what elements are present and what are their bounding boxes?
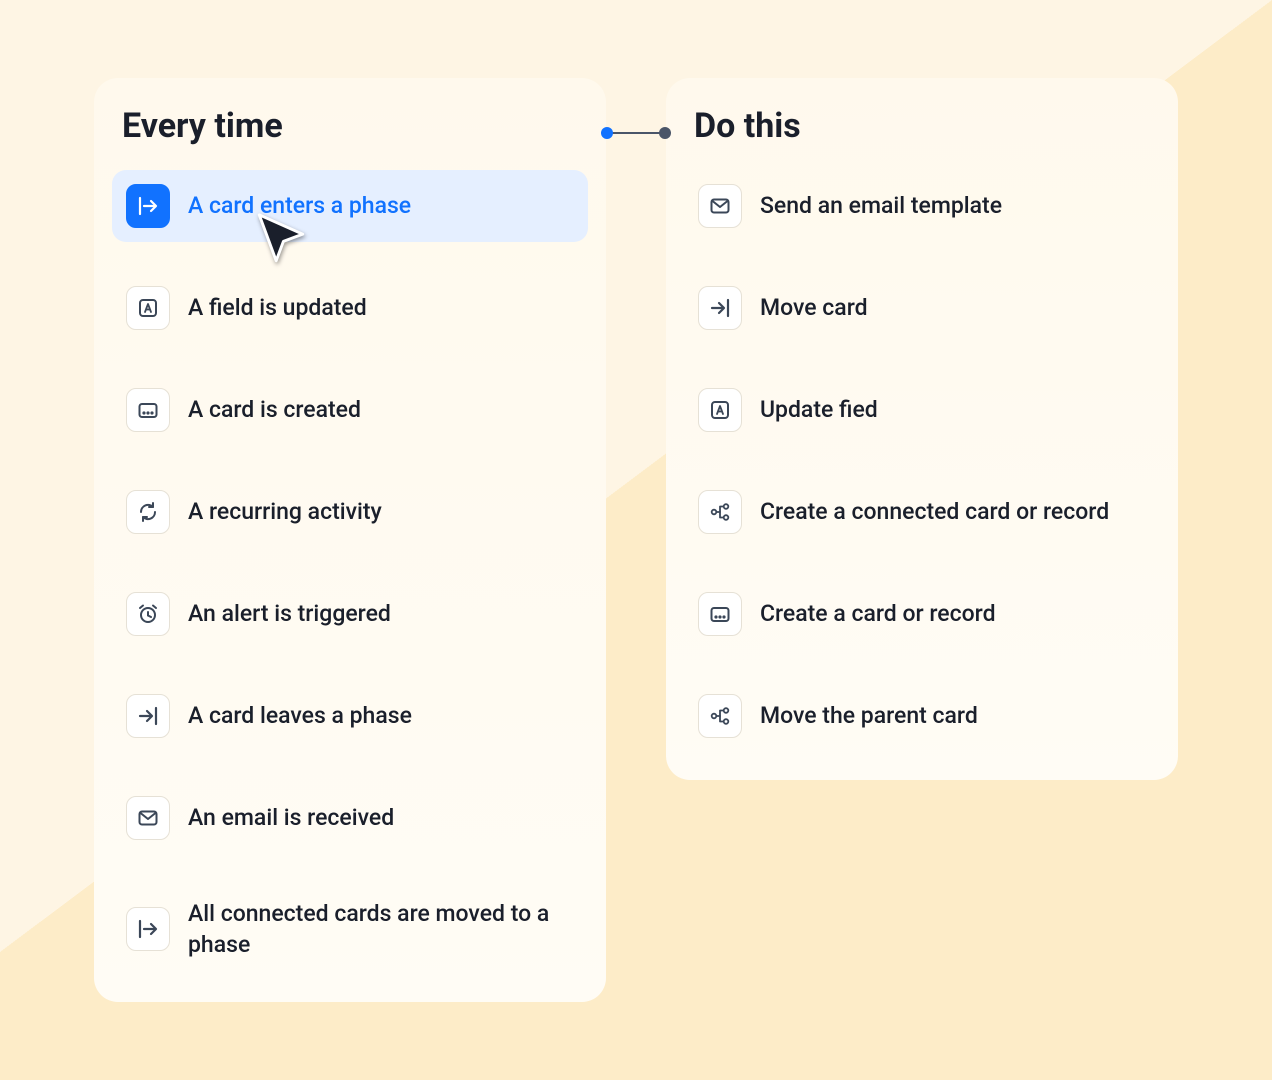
actions-panel: Do this Send an email template Move card U… [666, 78, 1178, 780]
trigger-item-label: A card is created [188, 394, 361, 425]
trigger-item-label: A recurring activity [188, 496, 382, 527]
leave-phase-icon [698, 286, 742, 330]
action-item[interactable]: Move the parent card [684, 680, 1160, 752]
trigger-item-label: An alert is triggered [188, 598, 391, 629]
triggers-title: Every time [122, 106, 588, 146]
field-a-icon [698, 388, 742, 432]
action-item-label: Move card [760, 292, 868, 323]
action-item-label: Create a card or record [760, 598, 996, 629]
action-item[interactable]: Create a connected card or record [684, 476, 1160, 548]
action-item[interactable]: Move card [684, 272, 1160, 344]
action-item-label: Update fied [760, 394, 878, 425]
card-created-icon [698, 592, 742, 636]
trigger-item-label: A card enters a phase [188, 190, 411, 221]
action-item[interactable]: Create a card or record [684, 578, 1160, 650]
action-item-label: Move the parent card [760, 700, 978, 731]
connected-icon [698, 694, 742, 738]
email-icon [126, 796, 170, 840]
action-item-label: Send an email template [760, 190, 1002, 221]
trigger-item[interactable]: An email is received [112, 782, 588, 854]
trigger-item-label: An email is received [188, 802, 394, 833]
action-item[interactable]: Send an email template [684, 170, 1160, 242]
connected-icon [698, 490, 742, 534]
enter-phase-icon [126, 184, 170, 228]
email-icon [698, 184, 742, 228]
trigger-item[interactable]: A card is created [112, 374, 588, 446]
trigger-item-label: All connected cards are moved to a phase [188, 898, 574, 960]
actions-list: Send an email template Move card Update fi… [684, 170, 1160, 752]
leave-phase-icon [126, 694, 170, 738]
trigger-item[interactable]: A card leaves a phase [112, 680, 588, 752]
card-created-icon [126, 388, 170, 432]
trigger-item-label: A field is updated [188, 292, 367, 323]
alert-clock-icon [126, 592, 170, 636]
trigger-item[interactable]: A field is updated [112, 272, 588, 344]
enter-phase-icon [126, 907, 170, 951]
triggers-list: A card enters a phase A field is updated A… [112, 170, 588, 974]
actions-title: Do this [694, 106, 1160, 146]
action-item[interactable]: Update fied [684, 374, 1160, 446]
trigger-item[interactable]: All connected cards are moved to a phase [112, 884, 588, 974]
trigger-item-label: A card leaves a phase [188, 700, 412, 731]
triggers-panel: Every time A card enters a phase A field … [94, 78, 606, 1002]
trigger-item[interactable]: A recurring activity [112, 476, 588, 548]
trigger-item[interactable]: An alert is triggered [112, 578, 588, 650]
field-a-icon [126, 286, 170, 330]
recurring-icon [126, 490, 170, 534]
action-item-label: Create a connected card or record [760, 496, 1109, 527]
trigger-item[interactable]: A card enters a phase [112, 170, 588, 242]
